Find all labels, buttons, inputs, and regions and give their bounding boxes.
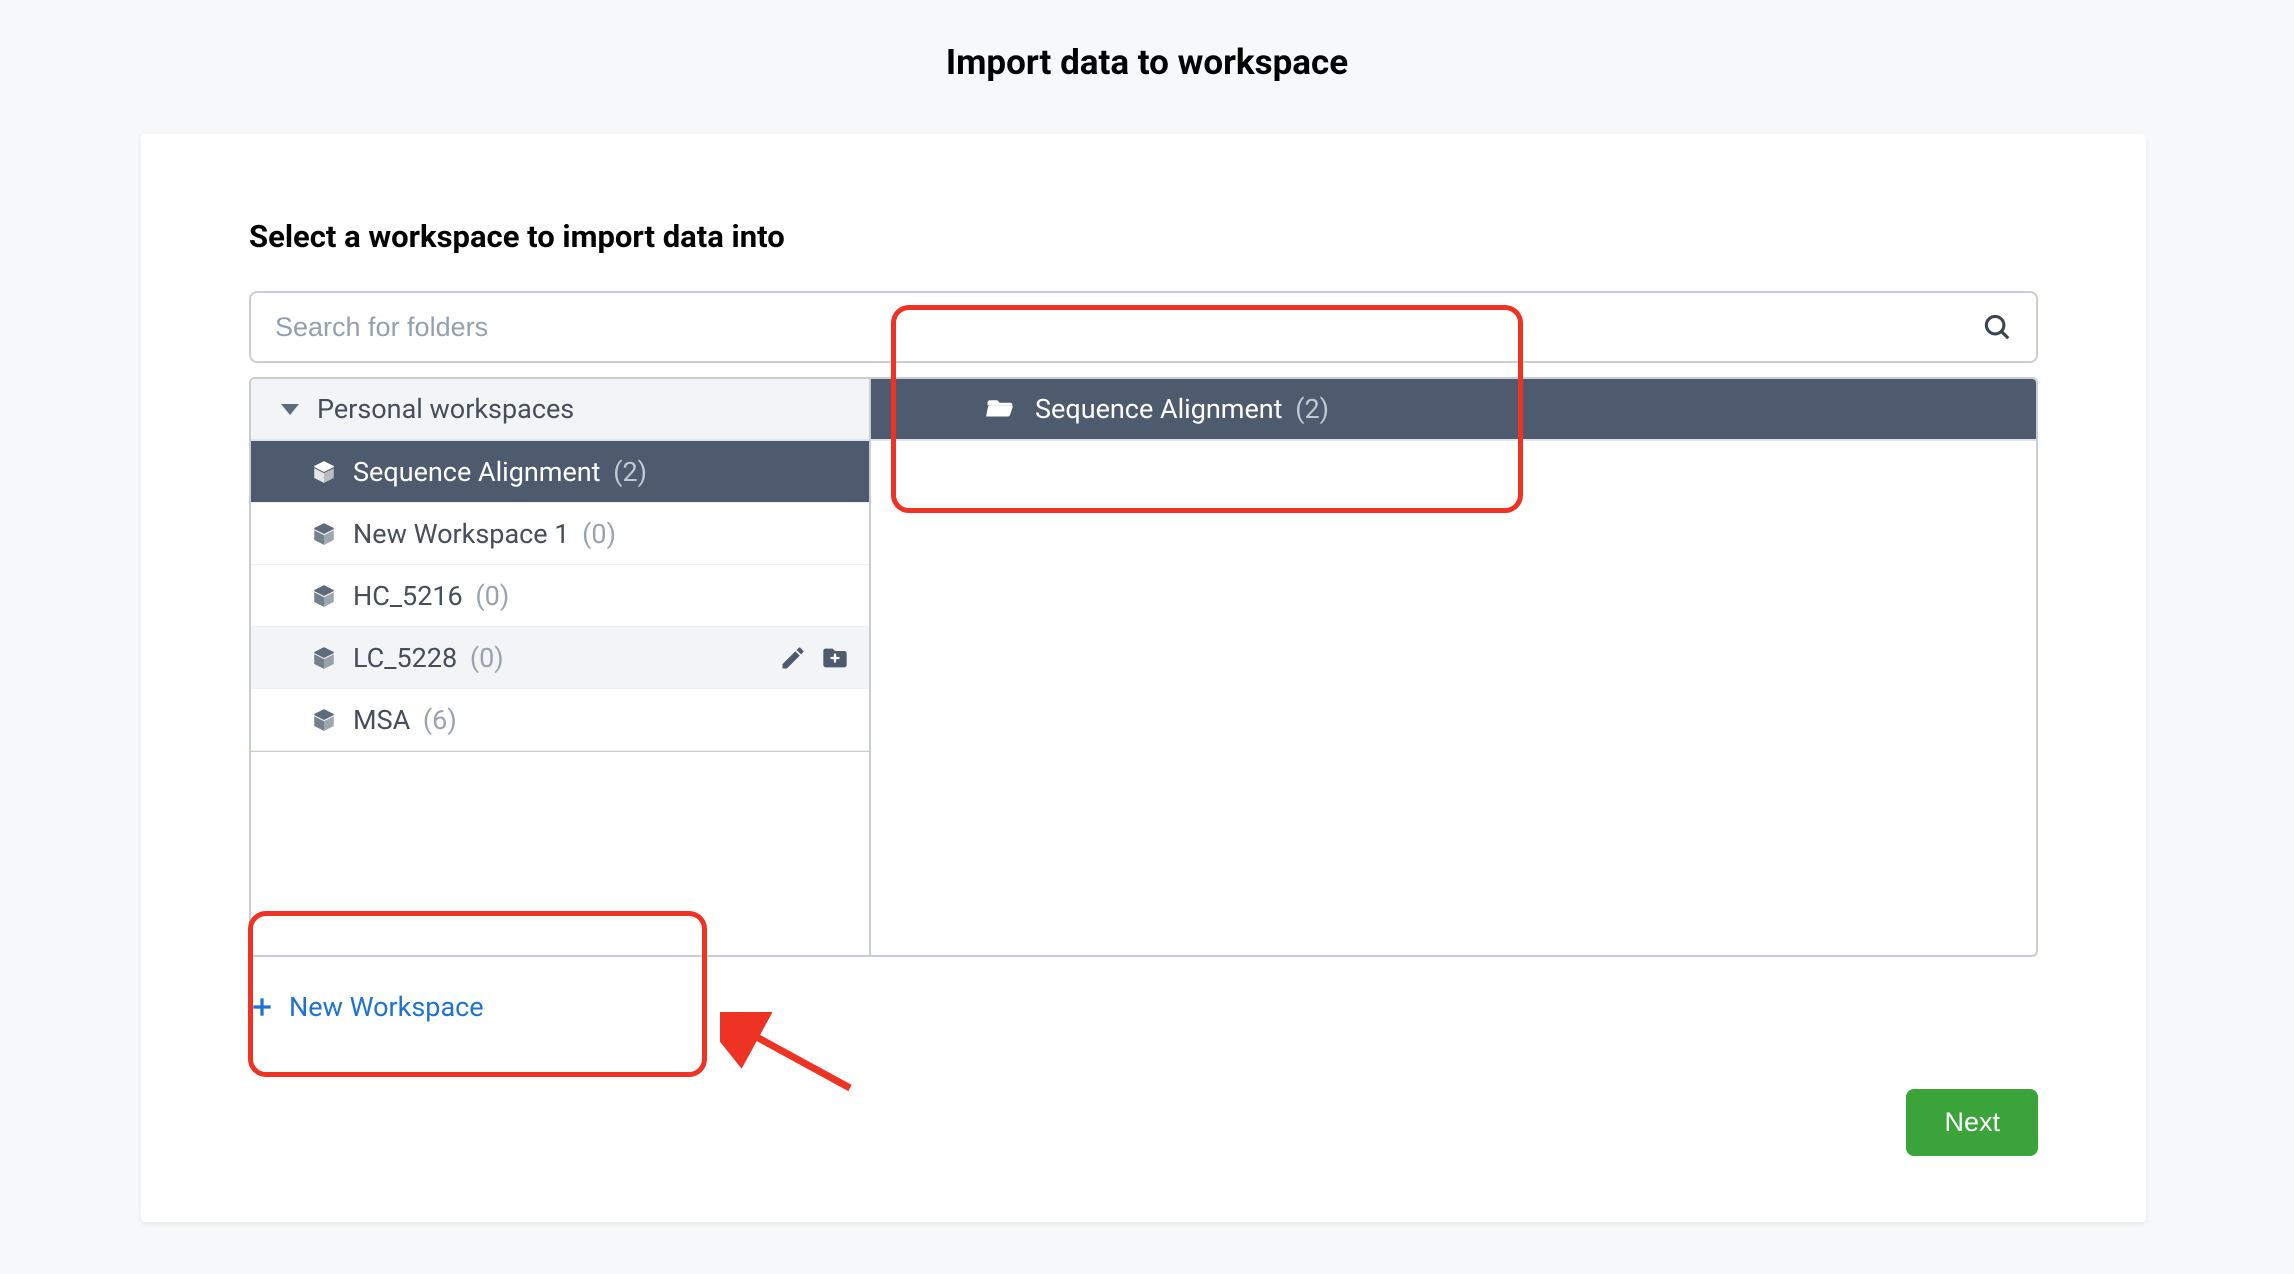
detail-title: Sequence Alignment (2)	[1035, 393, 1329, 425]
search-row	[249, 291, 2038, 363]
workspace-detail: Sequence Alignment (2)	[871, 379, 2036, 955]
tree-item-label: LC_5228 (0)	[353, 642, 504, 674]
tree-item-label: New Workspace 1 (0)	[353, 518, 616, 550]
tree-item[interactable]: HC_5216 (0)	[251, 565, 869, 627]
cube-icon	[311, 521, 337, 547]
tree-item[interactable]: LC_5228 (0)	[251, 627, 869, 689]
tree-item-count: (0)	[475, 580, 509, 612]
add-folder-icon[interactable]	[821, 644, 849, 672]
tree-item-count: (0)	[470, 642, 504, 674]
cube-icon	[311, 583, 337, 609]
detail-count: (2)	[1295, 393, 1329, 425]
tree-item[interactable]: Sequence Alignment (2)	[251, 441, 869, 503]
workspace-tree: Personal workspaces Sequence Alignment (…	[251, 379, 871, 955]
edit-icon[interactable]	[779, 644, 807, 672]
tree-item-label: Sequence Alignment (2)	[353, 456, 647, 488]
tree-item-label: HC_5216 (0)	[353, 580, 509, 612]
cube-icon	[311, 459, 337, 485]
tree-item-count: (6)	[423, 704, 457, 736]
plus-icon	[249, 994, 275, 1020]
next-button[interactable]: Next	[1906, 1089, 2038, 1156]
tree-item[interactable]: MSA (6)	[251, 689, 869, 751]
workspace-browser: Personal workspaces Sequence Alignment (…	[249, 377, 2038, 957]
tree-list: Sequence Alignment (2) New Workspace 1 (…	[251, 441, 869, 751]
cube-icon	[311, 645, 337, 671]
cube-icon	[311, 707, 337, 733]
tree-root-personal[interactable]: Personal workspaces	[251, 379, 869, 441]
page-title: Import data to workspace	[0, 0, 2294, 129]
folder-open-icon	[985, 394, 1015, 424]
detail-header[interactable]: Sequence Alignment (2)	[871, 379, 2036, 441]
tree-item-label: MSA (6)	[353, 704, 457, 736]
new-workspace-label: New Workspace	[289, 991, 484, 1023]
tree-item-count: (0)	[582, 518, 616, 550]
search-input[interactable]	[275, 312, 1982, 343]
section-subtitle: Select a workspace to import data into	[249, 218, 2038, 255]
import-data-card: Select a workspace to import data into P…	[141, 134, 2146, 1222]
chevron-down-icon	[281, 404, 299, 415]
new-workspace-button[interactable]: New Workspace	[249, 991, 484, 1023]
search-icon[interactable]	[1982, 312, 2012, 342]
tree-root-label: Personal workspaces	[317, 393, 574, 425]
tree-item[interactable]: New Workspace 1 (0)	[251, 503, 869, 565]
tree-item-count: (2)	[613, 456, 647, 488]
